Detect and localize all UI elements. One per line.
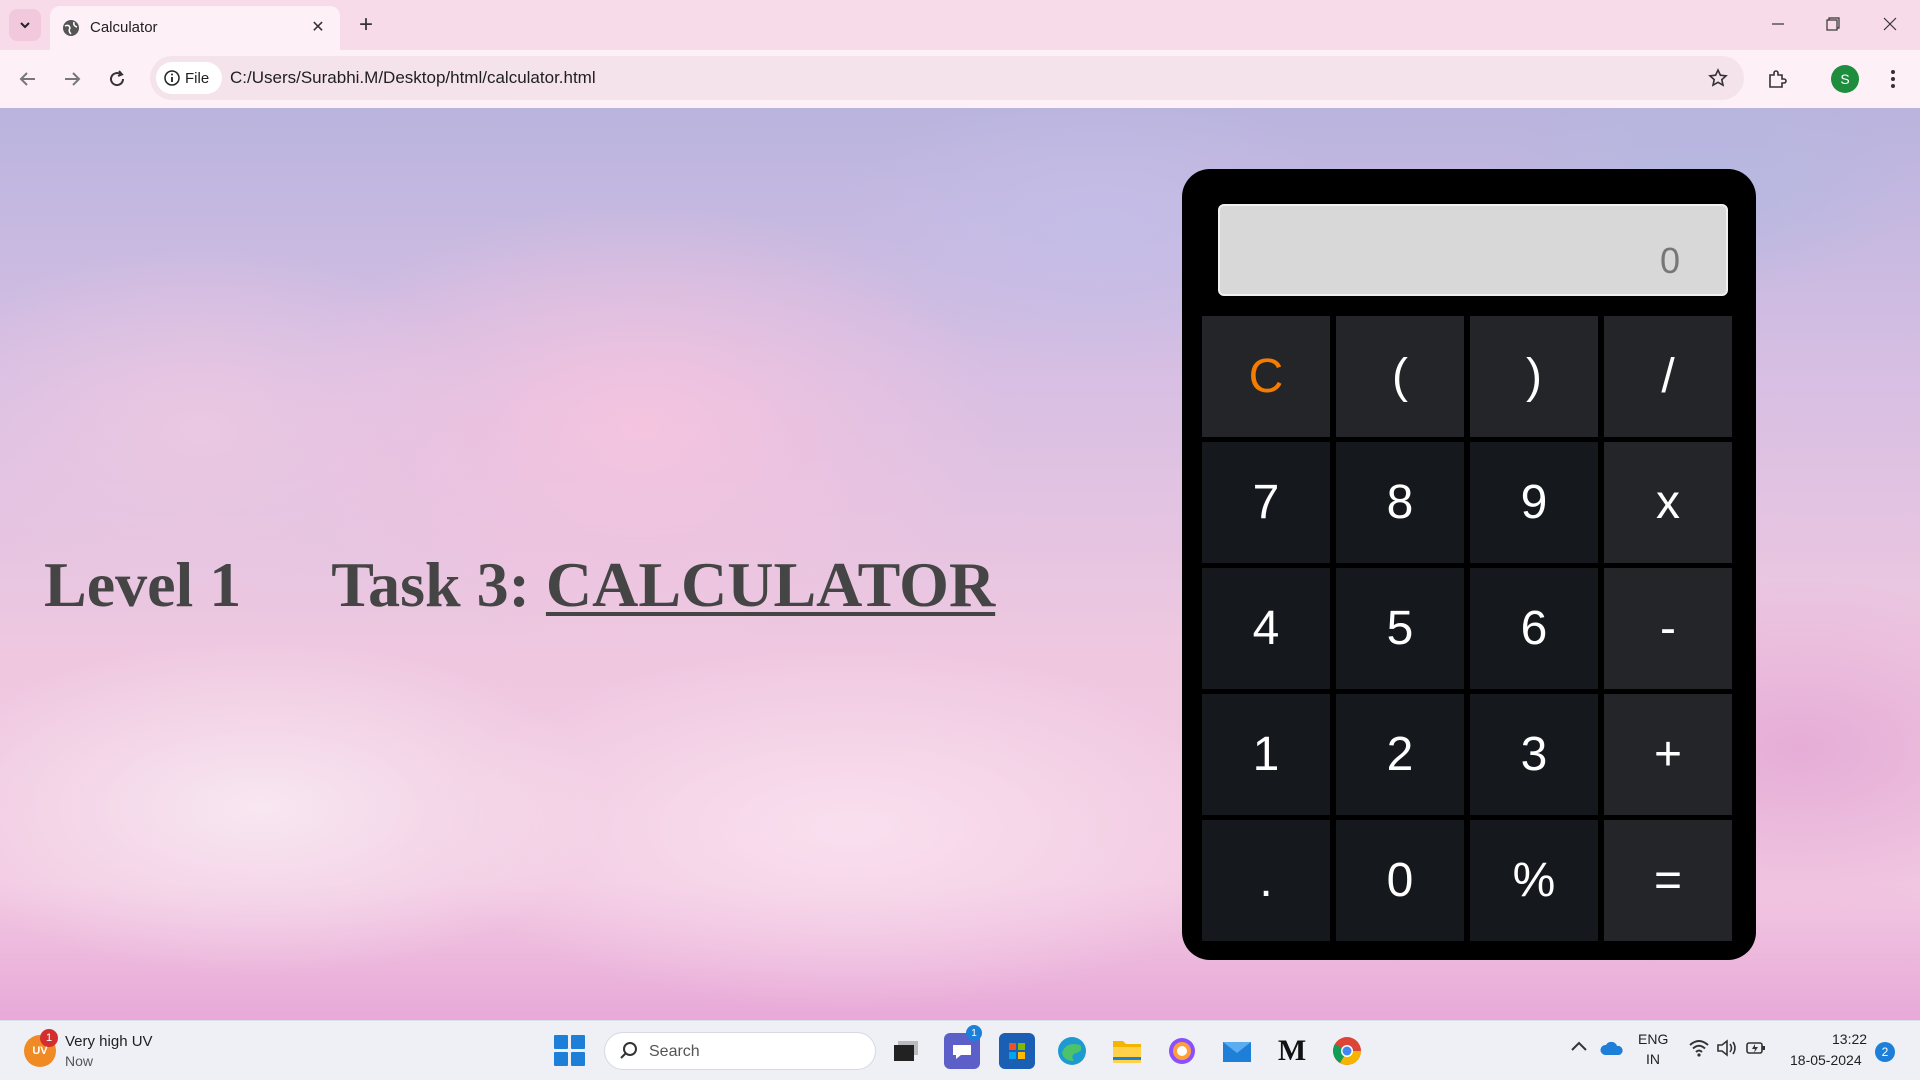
- level-text: Level 1: [44, 549, 242, 620]
- page-viewport: Level 1 Task 3: CALCULATOR 0 C()/ 7 8 9 x 4 5 6-…: [0, 108, 1920, 1020]
- calc-key-14[interactable]: 3: [1470, 694, 1598, 815]
- profile-avatar[interactable]: S: [1831, 65, 1859, 93]
- tab-title: Calculator: [90, 19, 158, 36]
- calc-key-2[interactable]: ): [1470, 316, 1598, 437]
- menu-icon[interactable]: [1877, 63, 1909, 95]
- calc-key-1[interactable]: (: [1336, 316, 1464, 437]
- volume-icon[interactable]: [1716, 1039, 1738, 1062]
- new-tab-button[interactable]: +: [352, 11, 380, 39]
- weather-badge: 1: [40, 1029, 58, 1047]
- forward-icon[interactable]: [56, 63, 88, 95]
- site-info-chip[interactable]: File: [156, 62, 222, 94]
- back-icon[interactable]: [12, 63, 44, 95]
- task-view-icon[interactable]: [888, 1033, 924, 1069]
- windows-start-icon[interactable]: [554, 1035, 586, 1067]
- close-window-icon[interactable]: [1870, 8, 1910, 40]
- calculator-display: 0: [1218, 204, 1728, 296]
- search-icon: [620, 1042, 637, 1059]
- calculator-keypad: C()/ 7 8 9 x 4 5 6- 1 2 3 +. 0% =: [1202, 316, 1736, 941]
- calc-key-4[interactable]: 7: [1202, 442, 1330, 563]
- store-icon[interactable]: [999, 1033, 1035, 1069]
- copilot-icon[interactable]: [1164, 1033, 1200, 1069]
- browser-tab-strip: Calculator ✕ +: [0, 0, 1920, 50]
- extensions-icon[interactable]: [1761, 63, 1793, 95]
- task-title: CALCULATOR: [545, 549, 996, 620]
- chevron-up-icon[interactable]: [1570, 1039, 1588, 1057]
- teams-badge: 1: [966, 1025, 982, 1041]
- chevron-down-icon: [20, 22, 30, 29]
- calc-key-3[interactable]: /: [1604, 316, 1732, 437]
- calc-key-18[interactable]: %: [1470, 820, 1598, 941]
- minimize-icon[interactable]: [1758, 8, 1798, 40]
- notification-badge[interactable]: 2: [1875, 1042, 1895, 1062]
- page-heading: Level 1 Task 3: CALCULATOR: [44, 548, 995, 622]
- search-label: Search: [649, 1043, 700, 1060]
- calc-key-12[interactable]: 1: [1202, 694, 1330, 815]
- site-chip-label: File: [185, 69, 210, 87]
- battery-icon[interactable]: [1745, 1039, 1767, 1062]
- region-label[interactable]: IN: [1646, 1051, 1660, 1067]
- reload-icon[interactable]: [101, 63, 133, 95]
- file-explorer-icon[interactable]: [1109, 1033, 1145, 1069]
- task-prefix: Task 3:: [331, 549, 546, 620]
- globe-icon: [63, 20, 79, 36]
- calc-key-13[interactable]: 2: [1336, 694, 1464, 815]
- calc-key-5[interactable]: 8: [1336, 442, 1464, 563]
- edge-icon[interactable]: [1054, 1033, 1090, 1069]
- calc-key-0[interactable]: C: [1202, 316, 1330, 437]
- calc-key-11[interactable]: -: [1604, 568, 1732, 689]
- language-label[interactable]: ENG: [1638, 1031, 1668, 1047]
- onedrive-icon[interactable]: [1600, 1039, 1624, 1062]
- calc-key-16[interactable]: .: [1202, 820, 1330, 941]
- calc-key-17[interactable]: 0: [1336, 820, 1464, 941]
- info-icon: [164, 70, 180, 86]
- browser-toolbar: File C:/Users/Surabhi.M/Desktop/html/cal…: [0, 50, 1920, 108]
- tab-close-icon[interactable]: ✕: [308, 17, 328, 37]
- calc-key-7[interactable]: x: [1604, 442, 1732, 563]
- calculator: 0 C()/7 8 9 x 4 5 6-1 2 3 +. 0% =: [1182, 169, 1756, 960]
- clock-time[interactable]: 13:22: [1832, 1031, 1867, 1047]
- wifi-icon[interactable]: [1688, 1039, 1710, 1062]
- url-text[interactable]: C:/Users/Surabhi.M/Desktop/html/calculat…: [230, 68, 596, 88]
- weather-title: Very high UV: [65, 1033, 153, 1050]
- display-value: 0: [1659, 240, 1680, 281]
- address-bar[interactable]: File C:/Users/Surabhi.M/Desktop/html/cal…: [150, 56, 1744, 100]
- windows-taskbar: UV 1 Very high UV Now Search 1 M ENG IN: [0, 1020, 1920, 1080]
- star-icon[interactable]: [1704, 64, 1732, 92]
- tab-list-button[interactable]: [9, 9, 41, 41]
- weather-subtitle: Now: [65, 1053, 94, 1069]
- chrome-icon[interactable]: [1329, 1033, 1365, 1069]
- calc-key-6[interactable]: 9: [1470, 442, 1598, 563]
- calc-key-9[interactable]: 5: [1336, 568, 1464, 689]
- calc-key-10[interactable]: 6: [1470, 568, 1598, 689]
- mail-icon[interactable]: [1219, 1033, 1255, 1069]
- calc-key-19[interactable]: =: [1604, 820, 1732, 941]
- clock-date[interactable]: 18-05-2024: [1790, 1052, 1862, 1068]
- calc-key-8[interactable]: 4: [1202, 568, 1330, 689]
- m-app-icon[interactable]: M: [1274, 1033, 1310, 1069]
- tab-calculator[interactable]: Calculator ✕: [50, 6, 340, 50]
- taskbar-search[interactable]: Search: [604, 1032, 876, 1070]
- calc-key-15[interactable]: +: [1604, 694, 1732, 815]
- restore-icon[interactable]: [1813, 8, 1853, 40]
